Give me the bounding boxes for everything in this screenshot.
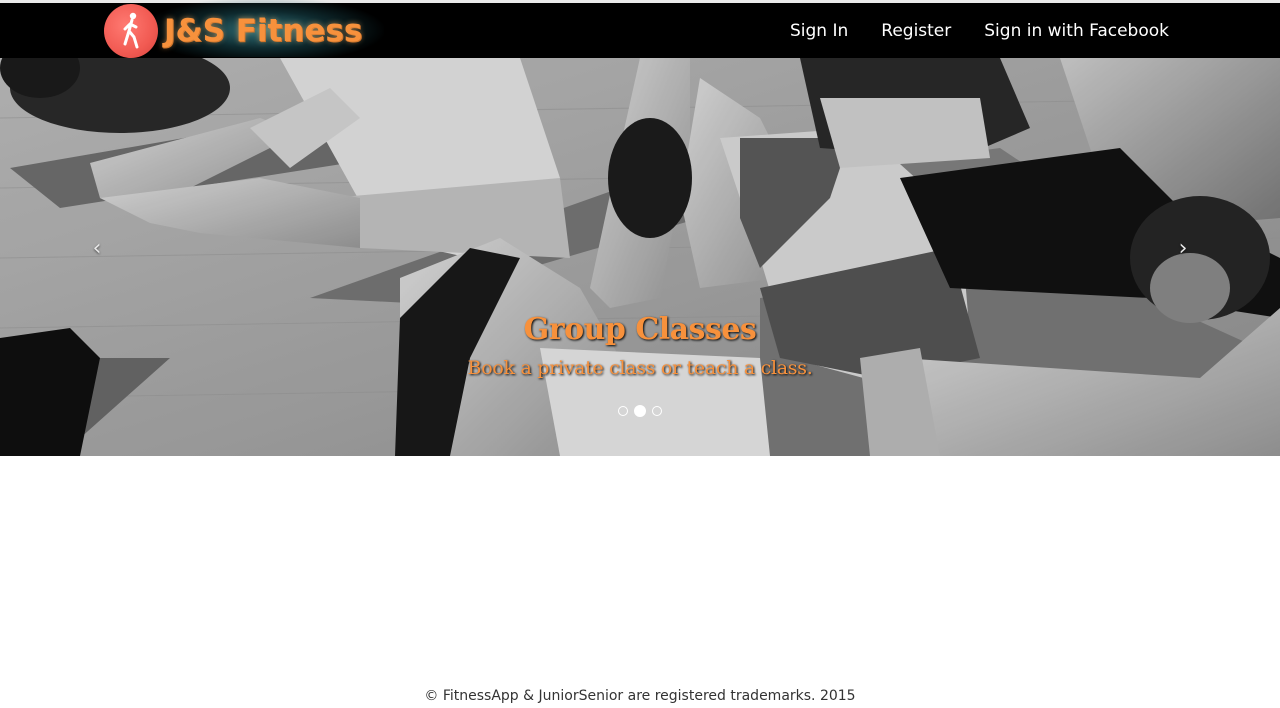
- runner-icon: [104, 3, 158, 58]
- runner-icon-svg: [123, 12, 139, 48]
- chevron-left-icon[interactable]: ‹: [82, 234, 112, 264]
- slide-title: Group Classes: [523, 312, 757, 347]
- footer-copyright: © FitnessApp & JuniorSenior are register…: [424, 688, 856, 704]
- facebook-sign-in-link[interactable]: Sign in with Facebook: [984, 21, 1169, 41]
- carousel-caption: Group Classes Book a private class or te…: [0, 312, 1280, 379]
- sign-in-link[interactable]: Sign In: [790, 21, 848, 41]
- carousel-indicator-1[interactable]: [618, 406, 628, 416]
- chevron-right-icon[interactable]: ›: [1168, 234, 1198, 264]
- carousel-indicators: [0, 405, 1280, 417]
- carousel-indicator-3[interactable]: [652, 406, 662, 416]
- nav-links: Sign In Register Sign in with Facebook: [757, 3, 1169, 58]
- carousel-indicator-2[interactable]: [634, 405, 646, 417]
- register-link[interactable]: Register: [881, 21, 951, 41]
- slide-subtitle: Book a private class or teach a class.: [467, 357, 813, 379]
- yoga-class-photo: [0, 58, 1280, 456]
- navbar: J&S Fitness Sign In Register Sign in wit…: [0, 0, 1280, 58]
- brand[interactable]: J&S Fitness: [104, 0, 384, 58]
- brand-name: J&S Fitness: [164, 12, 363, 49]
- hero-carousel: ‹ › Group Classes Book a private class o…: [0, 58, 1280, 456]
